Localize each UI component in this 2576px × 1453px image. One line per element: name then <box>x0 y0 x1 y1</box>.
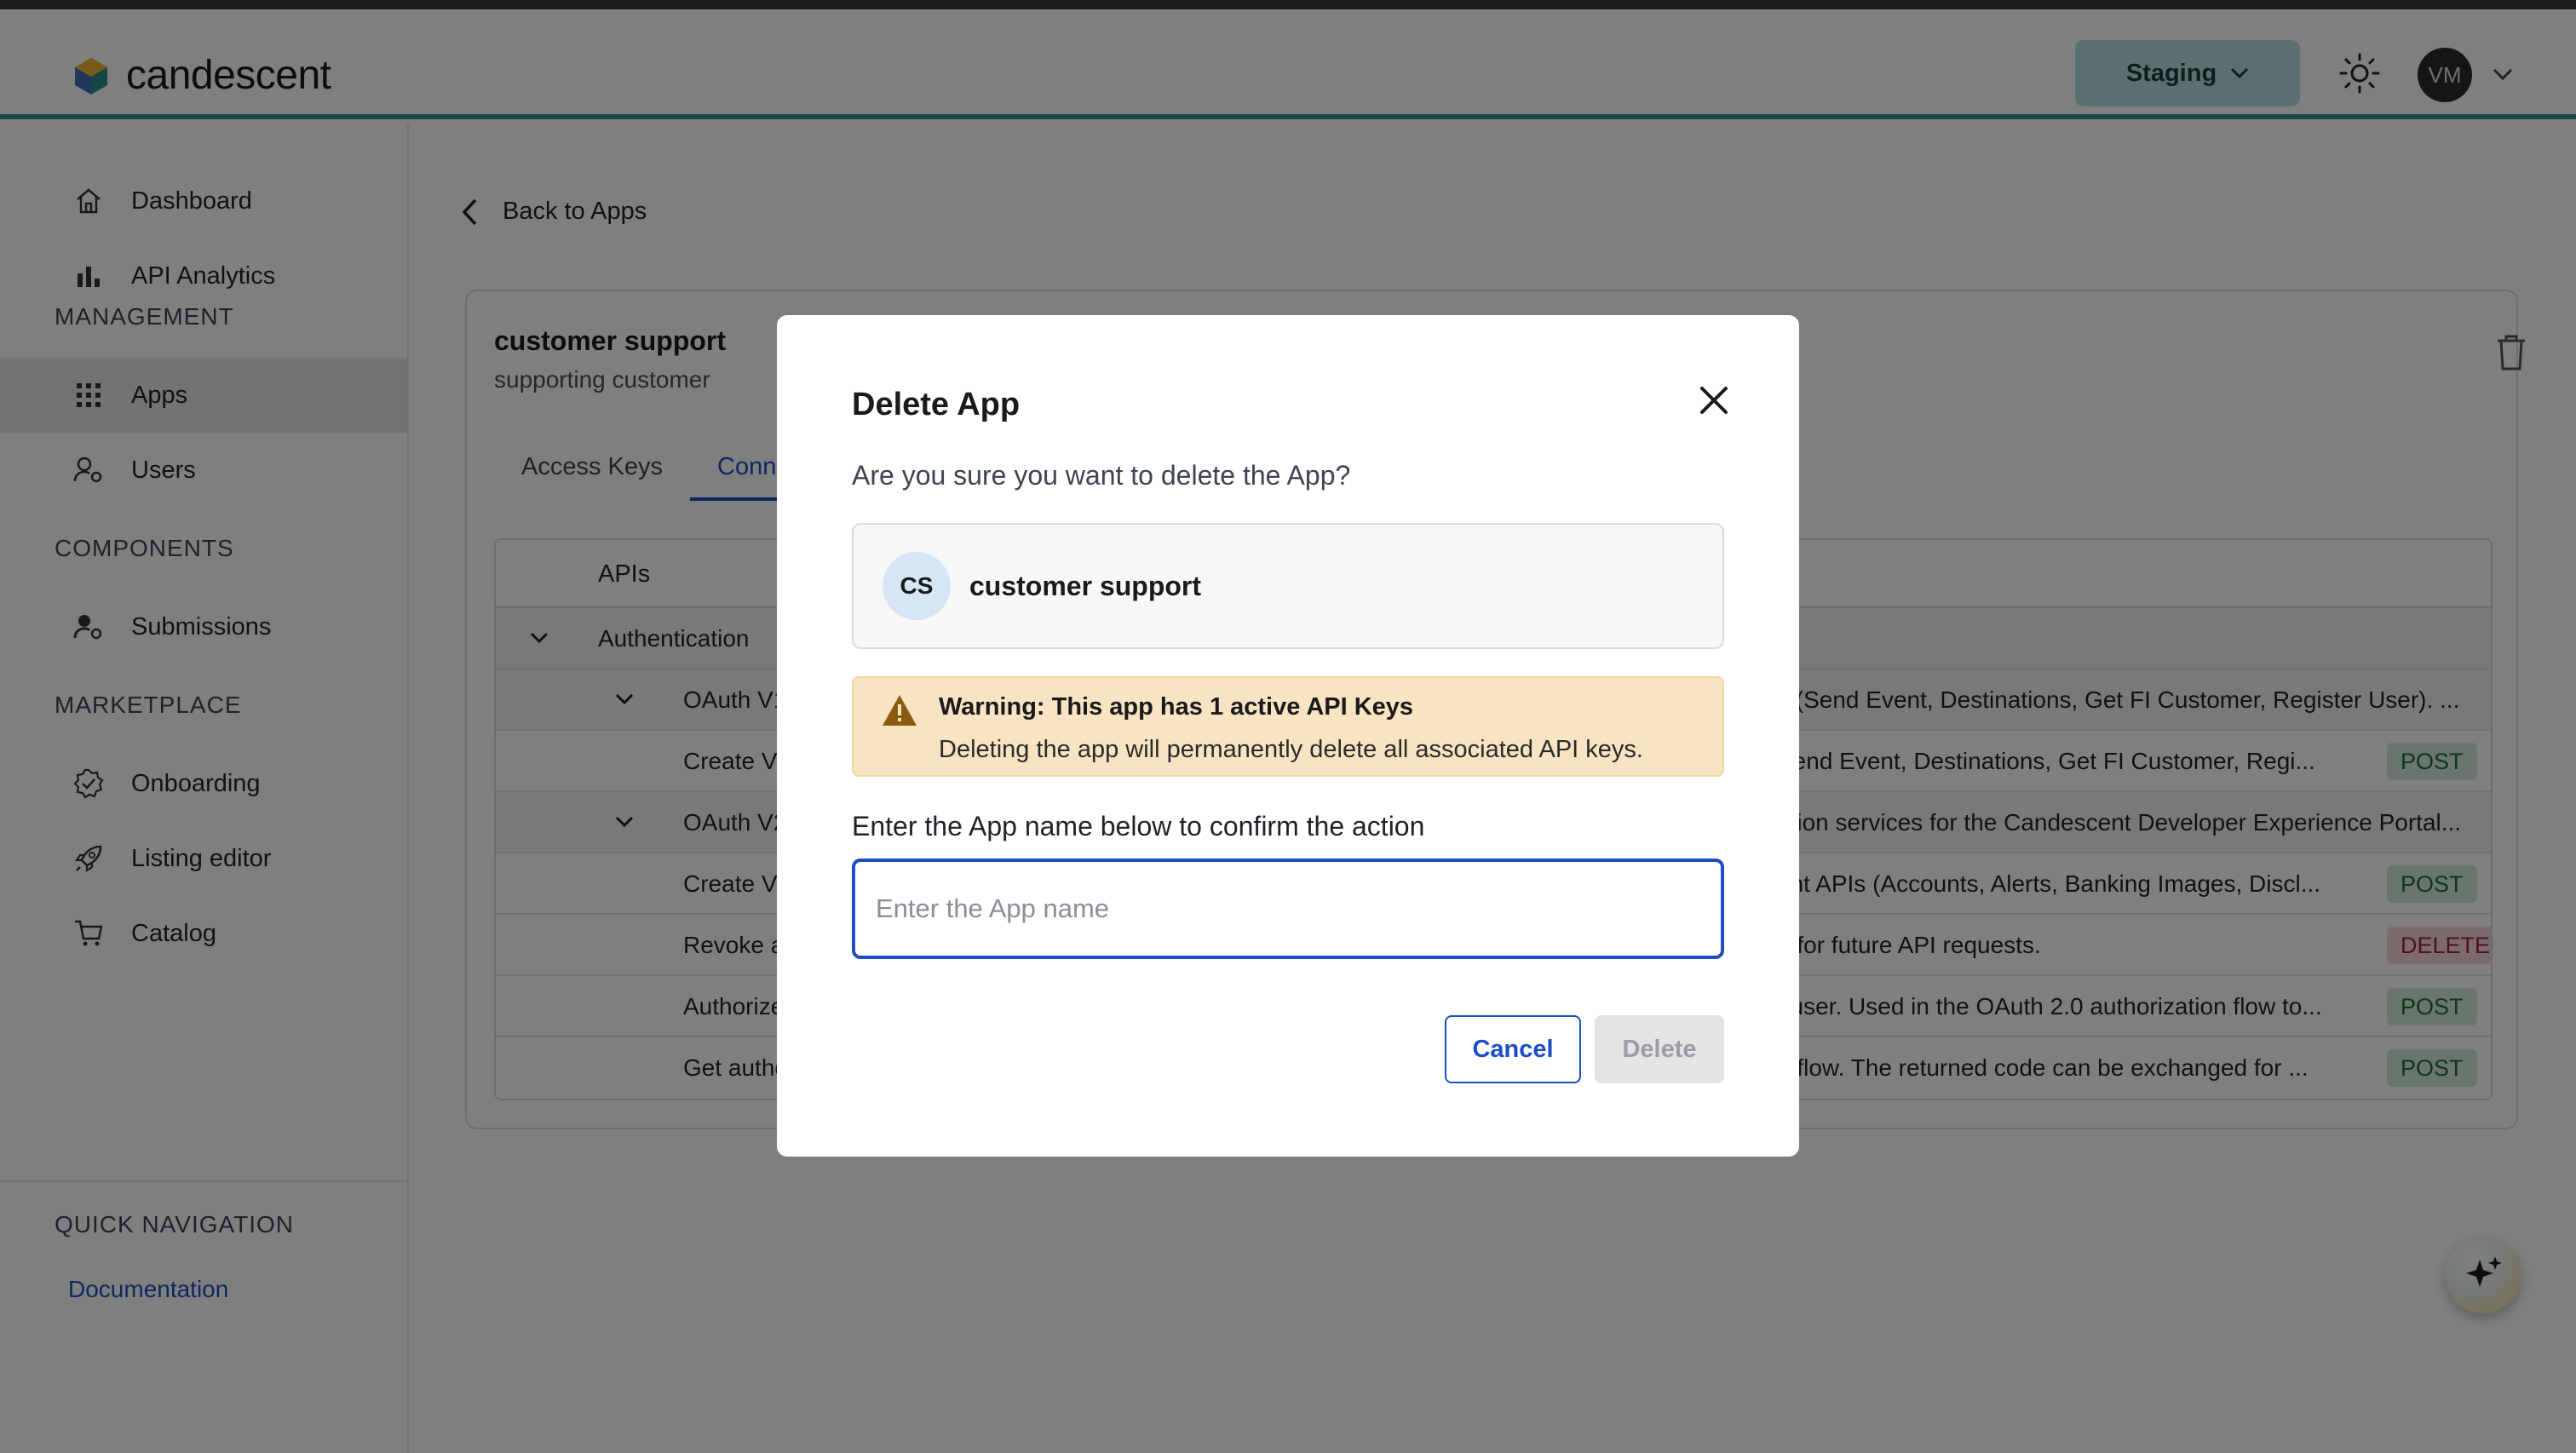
warning-banner: Warning: This app has 1 active API Keys … <box>852 676 1724 777</box>
dialog-question: Are you sure you want to delete the App? <box>852 460 1351 491</box>
app-summary-box: CS customer support <box>852 523 1724 649</box>
warning-text: Deleting the app will permanently delete… <box>939 736 1643 763</box>
delete-button[interactable]: Delete <box>1595 1015 1724 1083</box>
delete-app-dialog: Delete App Are you sure you want to dele… <box>777 315 1799 1157</box>
confirm-label: Enter the App name below to confirm the … <box>852 811 1425 841</box>
warning-title: Warning: This app has 1 active API Keys <box>939 693 1414 721</box>
app-avatar: CS <box>883 552 951 620</box>
close-icon[interactable] <box>1699 385 1729 416</box>
cancel-button[interactable]: Cancel <box>1445 1015 1581 1083</box>
warning-triangle-icon <box>883 695 917 726</box>
app-name-confirm-input[interactable] <box>852 859 1724 959</box>
app-summary-name: customer support <box>969 571 1202 601</box>
dialog-title: Delete App <box>852 387 1021 422</box>
